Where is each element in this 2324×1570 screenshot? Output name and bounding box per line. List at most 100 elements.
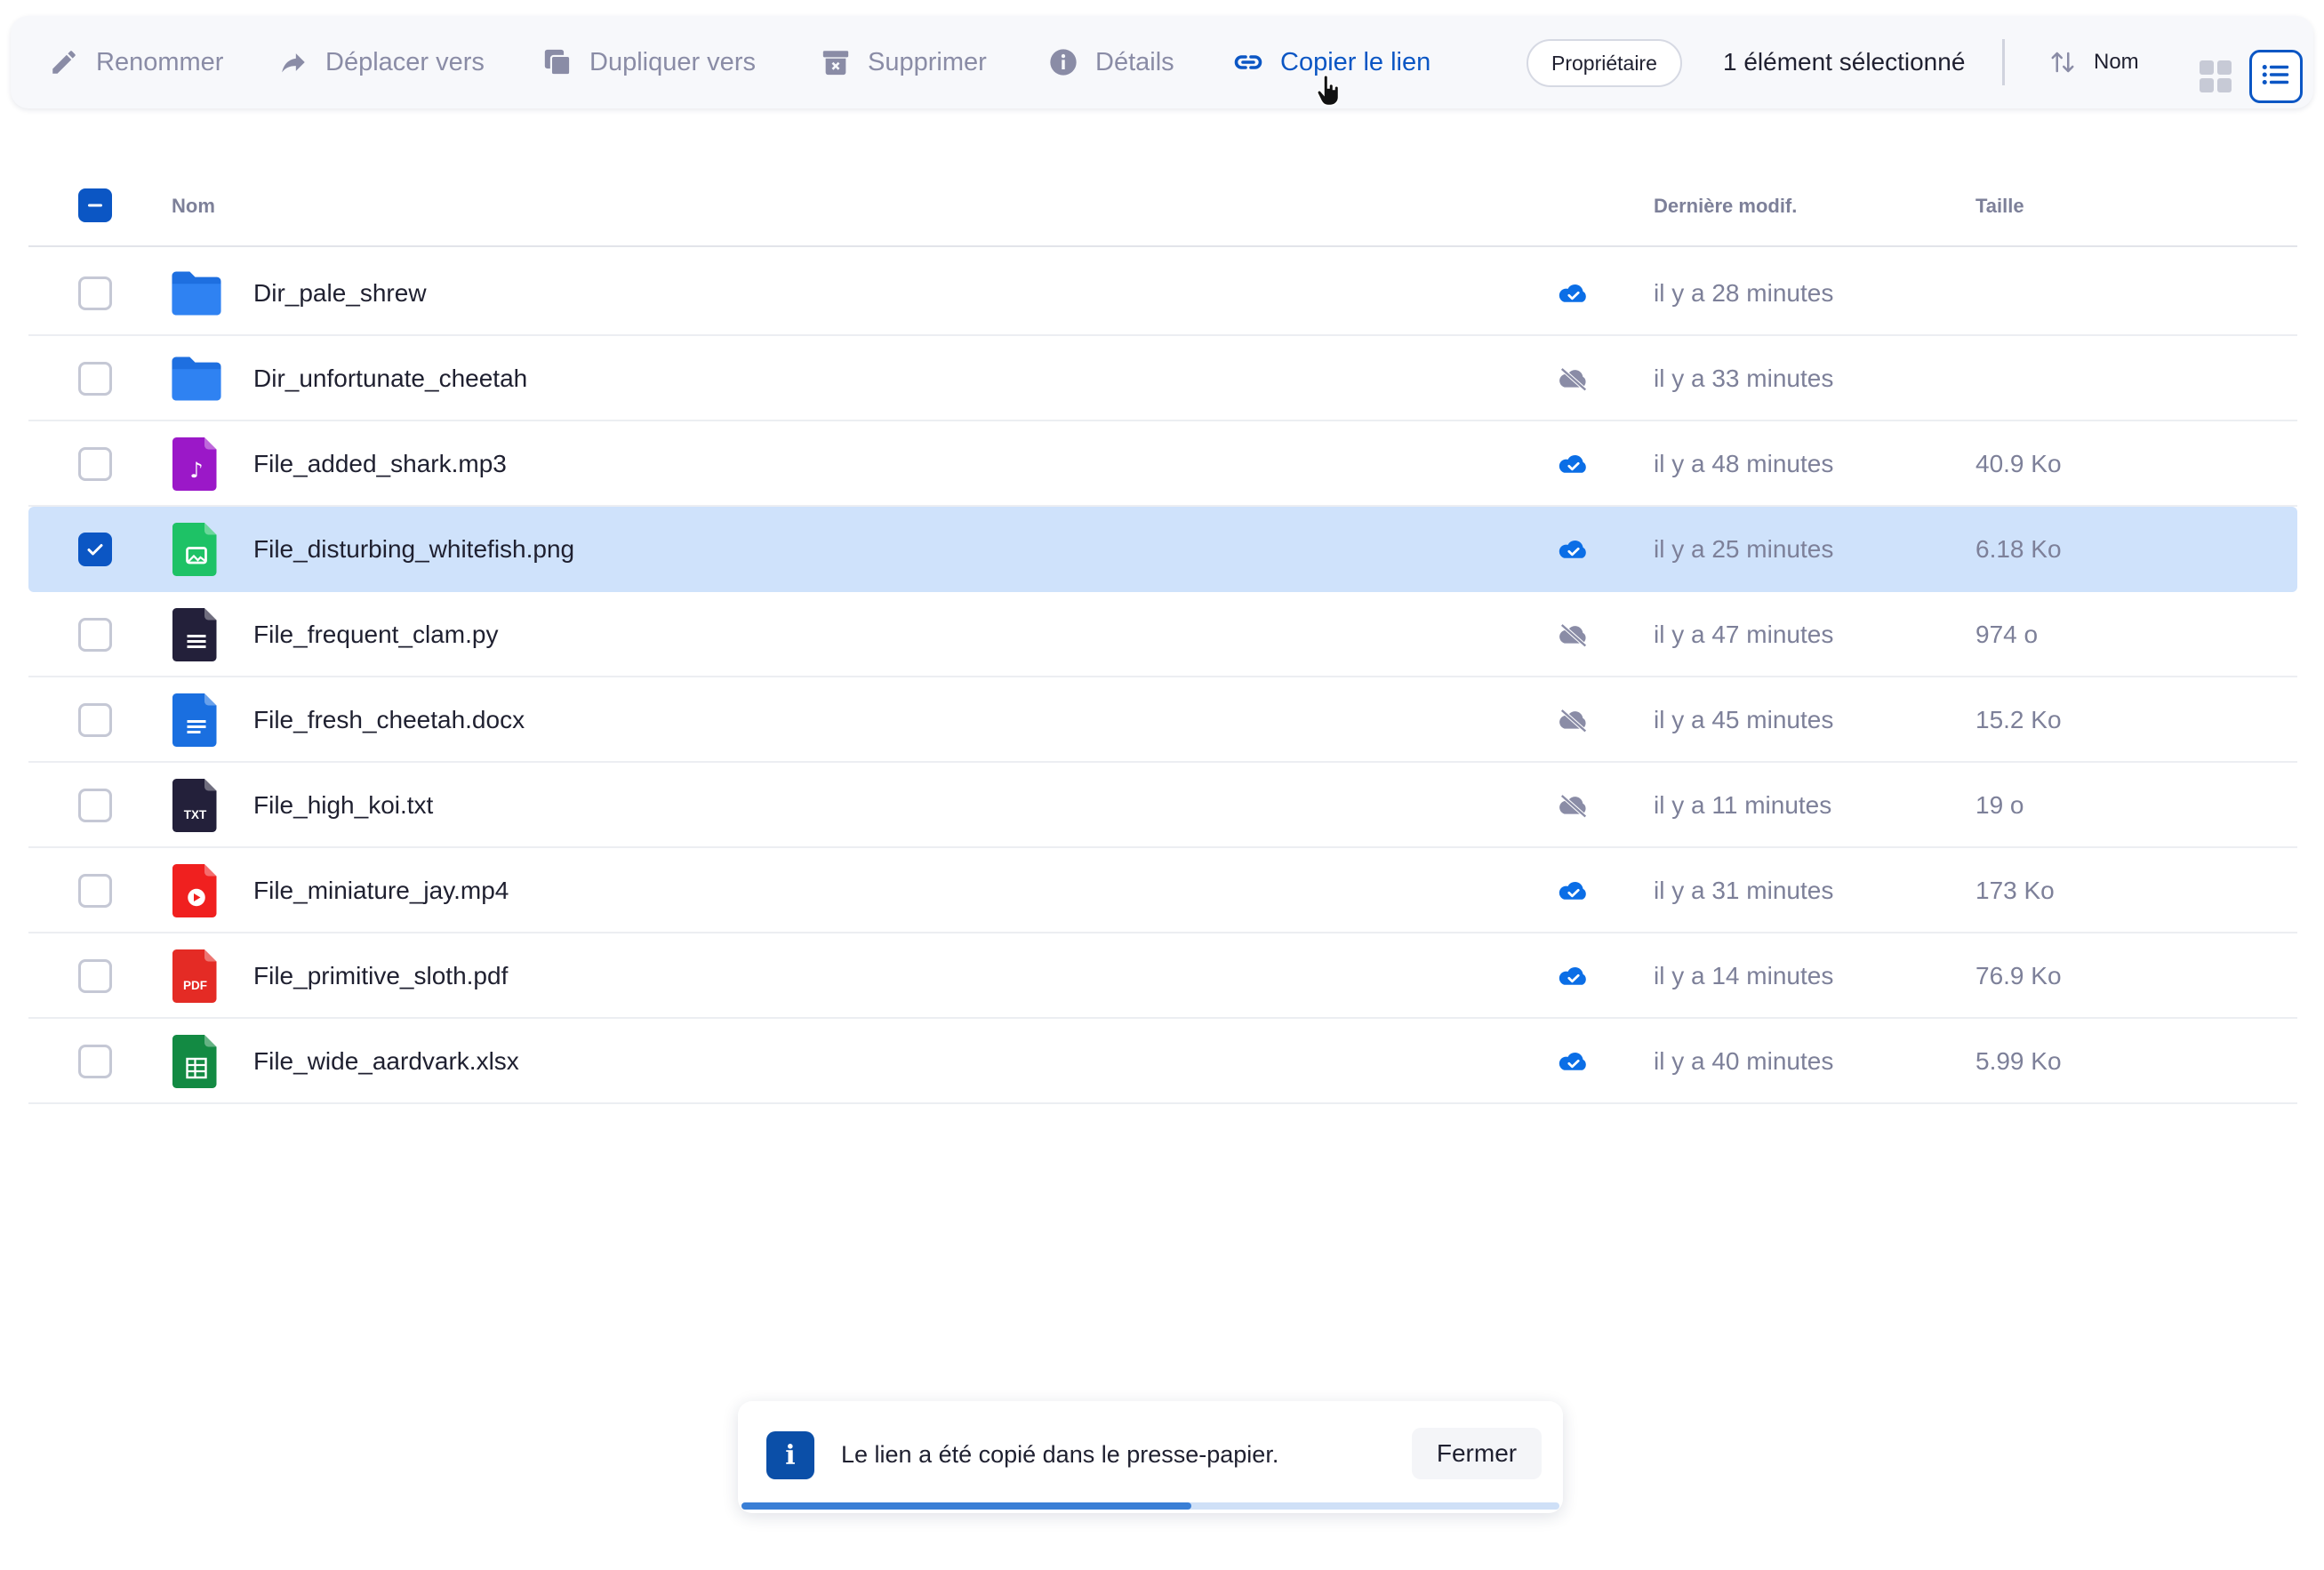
table-row[interactable]: Dir_unfortunate_cheetah il y a 33 minute… xyxy=(28,336,2297,421)
row-checkbox[interactable] xyxy=(78,703,112,737)
column-header-name[interactable]: Nom xyxy=(172,178,215,235)
sort-label: Nom xyxy=(2094,50,2139,74)
cloud-offline-icon xyxy=(1556,361,1591,397)
modified-date: il y a 40 minutes xyxy=(1654,1047,1834,1075)
cloud-synced-icon xyxy=(1556,958,1591,994)
file-name[interactable]: File_wide_aardvark.xlsx xyxy=(253,1019,519,1104)
modified-date: il y a 33 minutes xyxy=(1654,364,1834,392)
rename-label: Renommer xyxy=(96,47,224,76)
file-name[interactable]: File_primitive_sloth.pdf xyxy=(253,933,508,1019)
cloud-offline-icon xyxy=(1556,702,1591,738)
delete-button[interactable]: Supprimer xyxy=(820,16,987,108)
selection-count: 1 élément sélectionné xyxy=(1723,48,1966,76)
file-size: 173 Ko xyxy=(1975,877,2055,904)
row-checkbox[interactable] xyxy=(78,447,112,481)
owner-filter-chip[interactable]: Propriétaire xyxy=(1527,39,1682,87)
image-file-icon xyxy=(169,523,224,576)
cloud-synced-icon xyxy=(1556,446,1591,482)
file-name[interactable]: Dir_pale_shrew xyxy=(253,251,427,336)
row-checkbox[interactable] xyxy=(78,362,112,396)
sort-button[interactable]: Nom xyxy=(2049,16,2139,108)
file-size: 76.9 Ko xyxy=(1975,962,2062,989)
table-row[interactable]: ♪ File_added_shark.mp3 il y a 48 minutes… xyxy=(28,421,2297,507)
file-size: 19 o xyxy=(1975,791,2024,819)
move-to-button[interactable]: Déplacer vers xyxy=(277,16,485,108)
table-row[interactable]: File_wide_aardvark.xlsx il y a 40 minute… xyxy=(28,1019,2297,1104)
list-view-button[interactable] xyxy=(2249,50,2303,103)
move-to-label: Déplacer vers xyxy=(325,47,485,76)
toast-progress-bar xyxy=(741,1502,1559,1510)
row-checkbox[interactable] xyxy=(78,533,112,566)
file-size: 15.2 Ko xyxy=(1975,706,2062,733)
row-checkbox[interactable] xyxy=(78,959,112,993)
table-row[interactable]: TXT File_high_koi.txt il y a 11 minutes … xyxy=(28,763,2297,848)
file-name[interactable]: Dir_unfortunate_cheetah xyxy=(253,336,527,421)
cloud-synced-icon xyxy=(1556,532,1591,567)
list-icon xyxy=(2261,61,2291,92)
toast-message: Le lien a été copié dans le presse-papie… xyxy=(841,1440,1279,1468)
action-toolbar: Renommer Déplacer vers Dupliquer vers Su… xyxy=(11,16,2313,108)
doc-file-icon xyxy=(169,693,224,747)
minus-icon xyxy=(88,204,102,207)
row-checkbox[interactable] xyxy=(78,789,112,822)
table-row[interactable]: File_disturbing_whitefish.png il y a 25 … xyxy=(28,507,2297,592)
row-checkbox[interactable] xyxy=(78,874,112,908)
svg-text:PDF: PDF xyxy=(183,979,207,992)
table-header: Nom Dernière modif. Taille xyxy=(28,178,2297,247)
toast-close-button[interactable]: Fermer xyxy=(1412,1428,1542,1479)
video-file-icon xyxy=(169,864,224,917)
cloud-offline-icon xyxy=(1556,617,1591,653)
file-name[interactable]: File_high_koi.txt xyxy=(253,763,433,848)
duplicate-to-label: Dupliquer vers xyxy=(589,47,756,76)
details-button[interactable]: Détails xyxy=(1047,16,1174,108)
pdf-file-icon: PDF xyxy=(169,949,224,1003)
code-file-icon xyxy=(169,608,224,661)
file-name[interactable]: File_added_shark.mp3 xyxy=(253,421,507,507)
modified-date: il y a 45 minutes xyxy=(1654,706,1834,733)
table-row[interactable]: PDF File_primitive_sloth.pdf il y a 14 m… xyxy=(28,933,2297,1019)
select-all-checkbox[interactable] xyxy=(78,188,112,222)
file-name[interactable]: File_disturbing_whitefish.png xyxy=(253,507,574,592)
sheet-file-icon xyxy=(169,1035,224,1088)
delete-label: Supprimer xyxy=(868,47,987,76)
duplicate-to-button[interactable]: Dupliquer vers xyxy=(541,16,756,108)
info-icon: i xyxy=(766,1431,814,1479)
file-size: 40.9 Ko xyxy=(1975,450,2062,477)
file-name[interactable]: File_fresh_cheetah.docx xyxy=(253,677,525,763)
row-checkbox[interactable] xyxy=(78,276,112,310)
row-checkbox[interactable] xyxy=(78,618,112,652)
pencil-icon xyxy=(48,46,80,78)
audio-file-icon: ♪ xyxy=(169,437,224,491)
modified-date: il y a 14 minutes xyxy=(1654,962,1834,989)
svg-text:TXT: TXT xyxy=(184,808,207,821)
file-size: 974 o xyxy=(1975,621,2039,648)
row-checkbox[interactable] xyxy=(78,1045,112,1078)
toolbar-divider xyxy=(2002,39,2005,85)
modified-date: il y a 31 minutes xyxy=(1654,877,1834,904)
file-size: 6.18 Ko xyxy=(1975,535,2062,563)
file-name[interactable]: File_miniature_jay.mp4 xyxy=(253,848,509,933)
checkmark-icon xyxy=(87,544,103,556)
link-icon xyxy=(1232,46,1264,78)
cloud-offline-icon xyxy=(1556,788,1591,823)
rename-button[interactable]: Renommer xyxy=(48,16,223,108)
column-header-size[interactable]: Taille xyxy=(1975,178,2024,235)
grid-view-icon[interactable] xyxy=(2200,60,2232,92)
trash-icon xyxy=(820,46,852,78)
share-arrow-icon xyxy=(277,46,309,78)
hand-pointer-cursor-icon xyxy=(1316,75,1342,111)
file-name[interactable]: File_frequent_clam.py xyxy=(253,592,498,677)
cloud-synced-icon xyxy=(1556,873,1591,909)
copy-link-label: Copier le lien xyxy=(1280,47,1431,76)
sort-arrows-icon xyxy=(2049,49,2076,76)
table-row[interactable]: File_fresh_cheetah.docx il y a 45 minute… xyxy=(28,677,2297,763)
modified-date: il y a 25 minutes xyxy=(1654,535,1834,563)
table-row[interactable]: File_miniature_jay.mp4 il y a 31 minutes… xyxy=(28,848,2297,933)
table-row[interactable]: File_frequent_clam.py il y a 47 minutes … xyxy=(28,592,2297,677)
copy-icon xyxy=(541,46,573,78)
cloud-synced-icon xyxy=(1556,1044,1591,1079)
svg-text:♪: ♪ xyxy=(189,458,203,483)
table-row[interactable]: Dir_pale_shrew il y a 28 minutes xyxy=(28,251,2297,336)
column-header-modified[interactable]: Dernière modif. xyxy=(1654,178,1797,235)
file-size: 5.99 Ko xyxy=(1975,1047,2062,1075)
